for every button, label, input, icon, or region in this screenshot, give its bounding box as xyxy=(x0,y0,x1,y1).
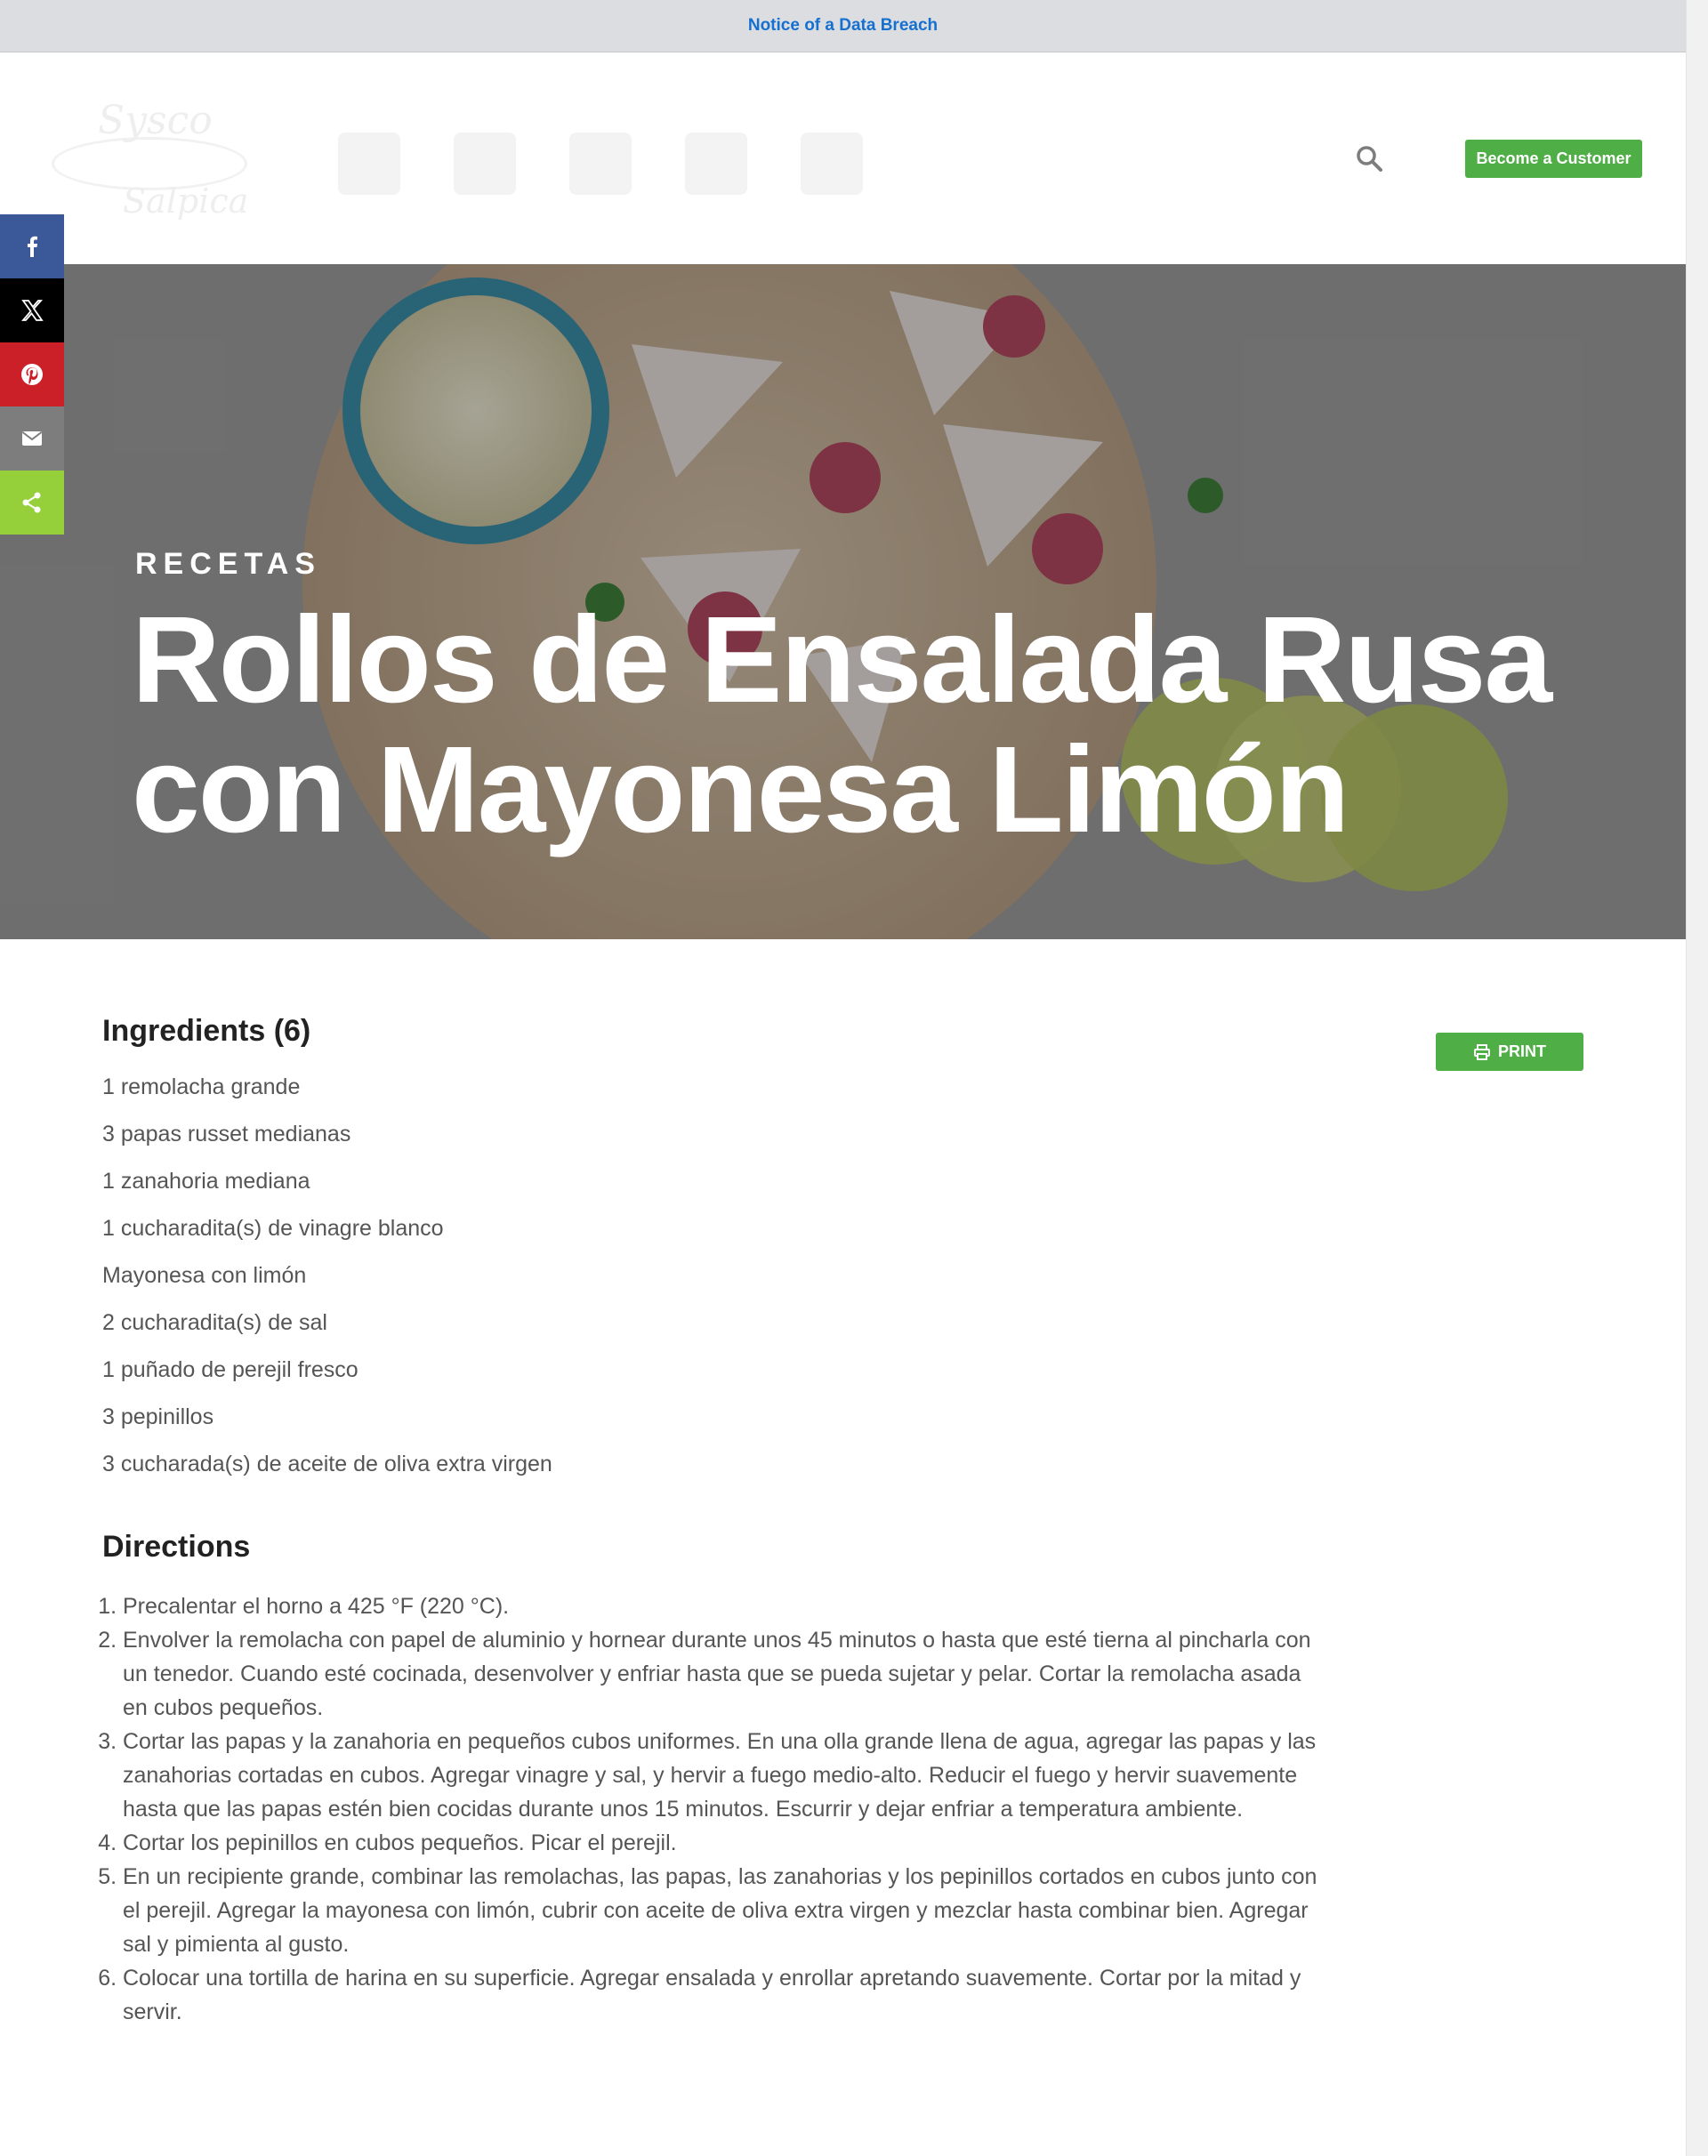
more-share-button[interactable] xyxy=(0,471,64,535)
ingredient-item: 1 cucharadita(s) de vinagre blanco xyxy=(102,1216,444,1241)
email-share-button[interactable] xyxy=(0,406,64,471)
nav-placeholder-icon xyxy=(338,133,400,195)
share-icon xyxy=(22,492,41,513)
email-icon xyxy=(21,431,43,446)
logo-text-top: Sysco xyxy=(98,98,213,143)
ingredient-item: 3 papas russet medianas xyxy=(102,1122,351,1146)
recipe-content: Ingredients (6) 1 remolacha grande 3 pap… xyxy=(102,1014,1330,2029)
nav-placeholder-icon xyxy=(454,133,516,195)
printer-icon xyxy=(1474,1043,1490,1060)
ingredient-item: 1 zanahoria mediana xyxy=(102,1169,310,1194)
direction-step: Envolver la remolacha con papel de alumi… xyxy=(123,1623,1330,1725)
x-share-button[interactable] xyxy=(0,278,64,342)
data-breach-notice-link[interactable]: Notice of a Data Breach xyxy=(748,16,938,36)
facebook-icon xyxy=(28,236,37,257)
ingredient-item: Mayonesa con limón xyxy=(102,1263,307,1288)
site-header: Sysco Salpica Become a Customer xyxy=(0,52,1686,264)
x-icon xyxy=(21,300,44,321)
nav-placeholder-icon xyxy=(685,133,747,195)
print-label: PRINT xyxy=(1498,1042,1546,1060)
logo-text-bottom: Salpica xyxy=(123,181,249,221)
print-button[interactable]: PRINT xyxy=(1436,1033,1583,1071)
directions-list: Precalentar el horno a 425 °F (220 °C). … xyxy=(102,1589,1330,2029)
direction-step: En un recipiente grande, combinar las re… xyxy=(123,1860,1330,1961)
nav-placeholder-icon xyxy=(569,133,632,195)
nav-placeholder-icon xyxy=(801,133,863,195)
ingredients-title: Ingredients (6) xyxy=(102,1014,311,1048)
ingredients-list: 1 remolacha grande 3 papas russet median… xyxy=(102,1074,1330,1498)
ingredient-item: 3 pepinillos xyxy=(102,1404,214,1429)
direction-step: Cortar los pepinillos en cubos pequeños.… xyxy=(123,1826,1330,1860)
directions-title: Directions xyxy=(102,1530,251,1564)
search-icon[interactable] xyxy=(1355,144,1383,173)
pinterest-icon xyxy=(21,364,43,385)
sysco-salpica-logo[interactable]: Sysco Salpica xyxy=(52,93,256,226)
notice-bar: Notice of a Data Breach xyxy=(0,0,1686,52)
ingredient-item: 3 cucharada(s) de aceite de oliva extra … xyxy=(102,1452,552,1476)
directions-section: Directions Precalentar el horno a 425 °F… xyxy=(102,1530,1330,2029)
page-title: Rollos de Ensalada Rusa con Mayonesa Lim… xyxy=(132,591,1552,858)
direction-step: Precalentar el horno a 425 °F (220 °C). xyxy=(123,1589,1330,1623)
direction-step: Colocar una tortilla de harina en su sup… xyxy=(123,1961,1330,2029)
pinterest-share-button[interactable] xyxy=(0,342,64,406)
become-a-customer-button[interactable]: Become a Customer xyxy=(1465,140,1642,178)
direction-step: Cortar las papas y la zanahoria en peque… xyxy=(123,1725,1330,1826)
faded-nav-icons xyxy=(338,133,863,195)
social-share-bar xyxy=(0,214,64,535)
page-scrollbar[interactable] xyxy=(1686,0,1708,2156)
ingredient-item: 1 remolacha grande xyxy=(102,1074,301,1099)
ingredient-item: 2 cucharadita(s) de sal xyxy=(102,1310,327,1335)
hero-category[interactable]: RECETAS xyxy=(135,547,321,582)
hero-banner: RECETAS Rollos de Ensalada Rusa con Mayo… xyxy=(0,264,1686,939)
facebook-share-button[interactable] xyxy=(0,214,64,278)
ingredient-item: 1 puñado de perejil fresco xyxy=(102,1357,359,1382)
